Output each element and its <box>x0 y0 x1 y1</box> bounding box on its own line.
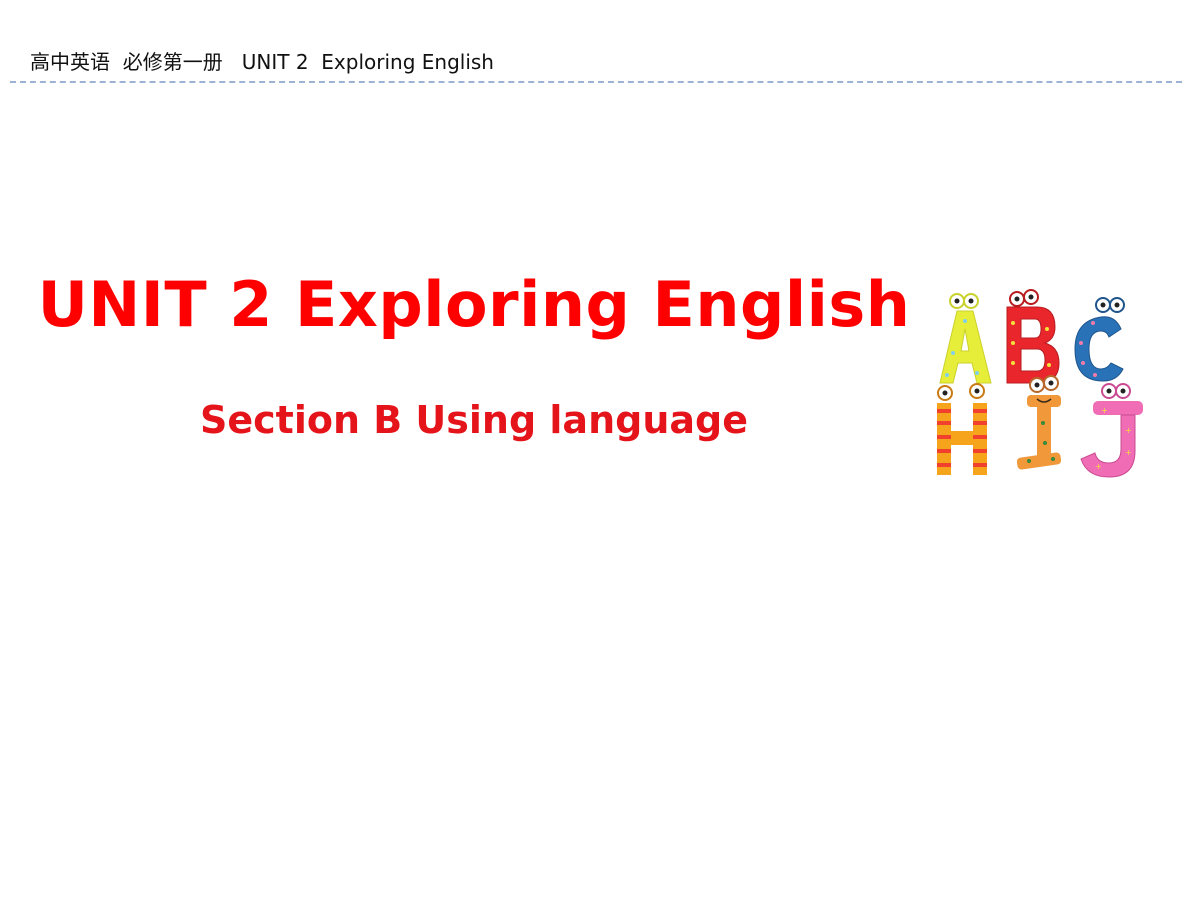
letter-a-shape <box>939 293 992 384</box>
svg-text:+: + <box>1095 462 1102 471</box>
header-divider <box>10 81 1182 83</box>
letter-c-shape <box>1074 297 1125 382</box>
letter-b-shape <box>1006 289 1060 384</box>
slide-subtitle: Section B Using language <box>199 398 748 442</box>
letter-h-shape <box>937 383 987 475</box>
header-course-title: 高中英语 必修第一册 UNIT 2 Exploring English <box>30 50 494 74</box>
svg-text:+: + <box>1125 426 1132 435</box>
svg-text:+: + <box>1101 406 1108 415</box>
svg-text:+: + <box>1125 448 1132 457</box>
slide-title: UNIT 2 Exploring English <box>37 268 911 341</box>
letter-i-shape <box>1016 375 1062 470</box>
letter-j-shape: + + + + <box>1080 383 1143 478</box>
alphabet-letters-illustration: + + + + <box>925 283 1155 488</box>
